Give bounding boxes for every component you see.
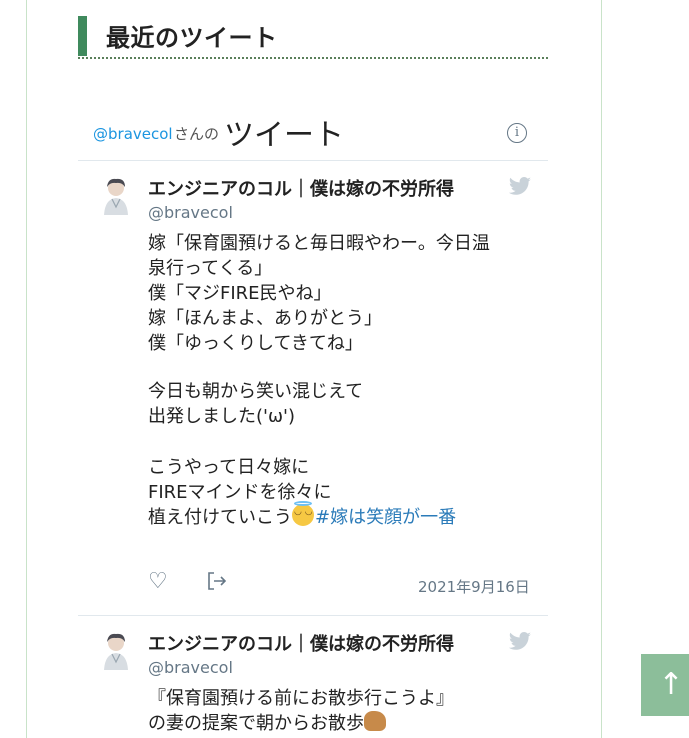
tweet-date-link[interactable]: 2021年9月16日 <box>418 576 530 597</box>
timeline-san-no: さんの <box>174 125 220 143</box>
tweet-text-line: 今日も朝から笑い混じえて <box>148 381 364 402</box>
tweet-screen-name[interactable]: @bravecol <box>148 203 233 222</box>
title-accent-bar <box>78 16 87 56</box>
tweet-text-line-last: 植え付けていこう #嫁は笑顔が一番 <box>148 501 456 529</box>
avatar[interactable] <box>100 632 132 672</box>
timeline-tweet-label: ツイート <box>224 118 344 153</box>
tweet-text-fragment: の妻の提案で朝からお散歩 <box>148 713 364 734</box>
tweet-text-line: こうやって日々嫁に <box>148 457 310 478</box>
heart-icon[interactable]: ♡ <box>148 569 168 594</box>
tweet-text-line: 出発しました('ω') <box>148 406 296 427</box>
tweet-card[interactable]: エンジニアのコル｜僕は嫁の不労所得 @bravecol 『保育園預ける前にお散歩… <box>78 616 548 736</box>
tweet-author-name[interactable]: エンジニアのコル｜僕は嫁の不労所得 <box>148 630 454 656</box>
tweet-text-line: 僕「ゆっくりしてきてね」 <box>148 333 363 354</box>
tweet-text-fragment: 植え付けていこう <box>148 507 292 528</box>
widget-title: 最近のツイート <box>78 14 548 59</box>
timeline-handle-link[interactable]: @bravecol <box>93 125 173 143</box>
hashtag-link[interactable]: #嫁は笑顔が一番 <box>315 507 456 528</box>
tweet-text-line: 泉行ってくる」 <box>148 258 273 279</box>
tweet-card[interactable]: エンジニアのコル｜僕は嫁の不労所得 @bravecol 嫁「保育園預けると毎日暇… <box>78 161 548 616</box>
halo-smile-emoji-icon <box>292 501 314 526</box>
tweet-author-name[interactable]: エンジニアのコル｜僕は嫁の不労所得 <box>148 175 454 201</box>
share-icon[interactable] <box>206 570 228 592</box>
dog-emoji-icon <box>364 711 386 731</box>
twitter-bird-icon[interactable] <box>508 632 532 652</box>
tweet-text-line: 嫁「保育園預けると毎日暇やわー。今日温 <box>148 233 490 254</box>
timeline-header: @bravecol さんの ツイート i <box>78 108 548 161</box>
avatar[interactable] <box>100 177 132 217</box>
tweet-text-line: 『保育園預ける前にお散歩行こうよ』 <box>148 688 454 709</box>
scroll-to-top-button[interactable]: ↑ <box>641 654 689 716</box>
tweet-text-line: 嫁「ほんまよ、ありがとう」 <box>148 308 382 329</box>
info-icon[interactable]: i <box>507 123 527 143</box>
arrow-up-icon: ↑ <box>658 667 684 702</box>
twitter-bird-icon[interactable] <box>508 177 532 197</box>
tweet-screen-name[interactable]: @bravecol <box>148 658 233 677</box>
tweet-text-line: 僕「マジFIRE民やね」 <box>148 283 332 304</box>
tweet-text-line-with-icon: の妻の提案で朝からお散歩 <box>148 709 386 735</box>
widget-title-text: 最近のツイート <box>106 24 278 52</box>
